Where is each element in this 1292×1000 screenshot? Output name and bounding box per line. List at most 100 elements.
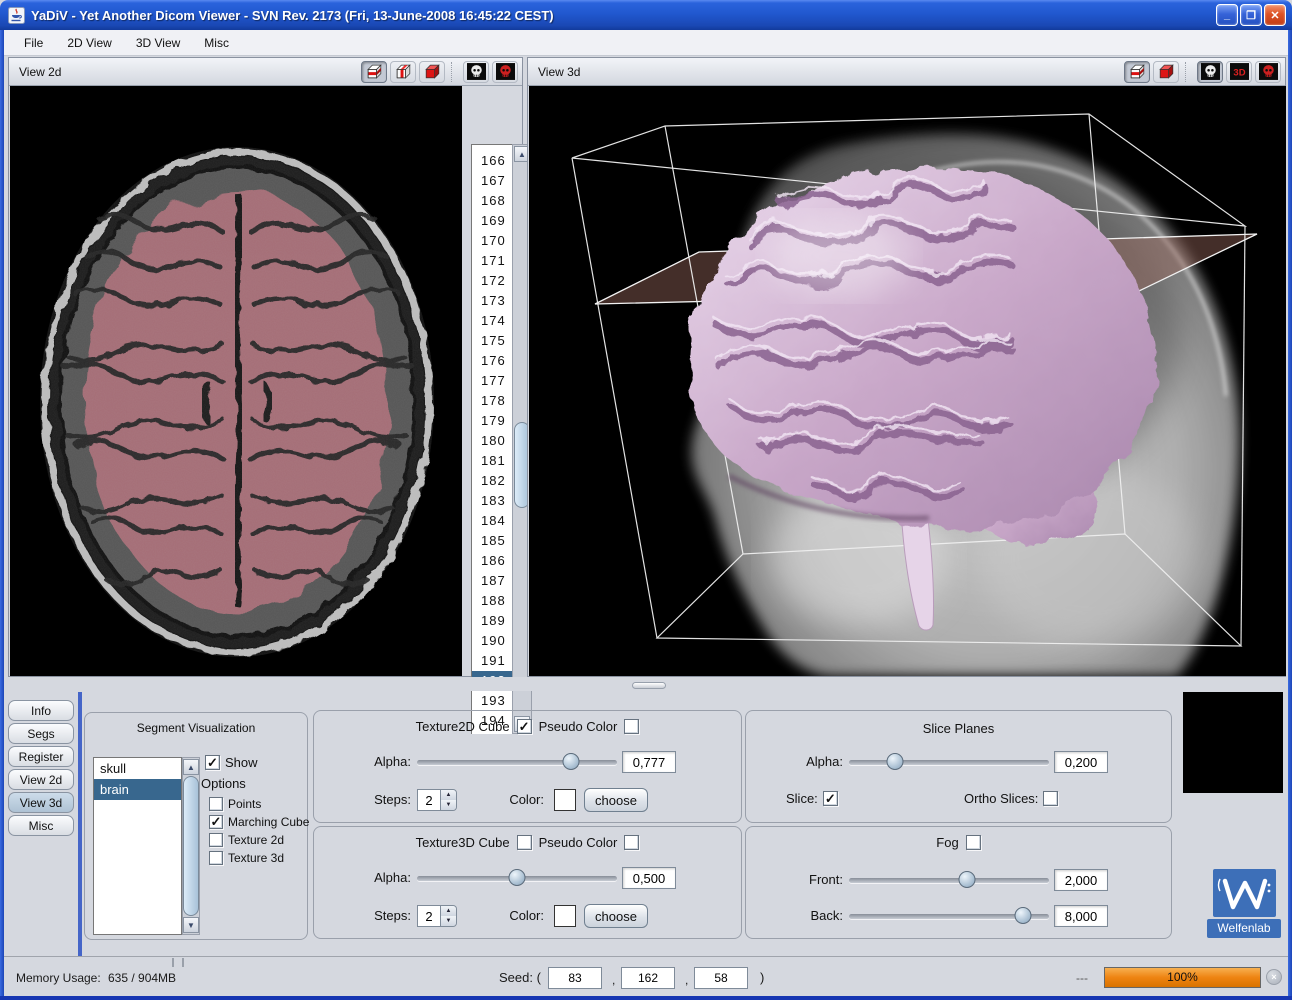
ortho-slices-checkbox[interactable] xyxy=(1043,791,1058,806)
slider-track[interactable] xyxy=(849,878,1049,883)
pseudo-color-checkbox[interactable] xyxy=(624,719,639,734)
cube-volume-red-icon[interactable] xyxy=(1153,61,1179,83)
fog-checkbox[interactable] xyxy=(966,835,981,850)
horizontal-splitter[interactable] xyxy=(4,677,1288,691)
slice-row-171[interactable]: 171 xyxy=(472,251,512,271)
segment-list-scrollbar[interactable]: ▲ ▼ xyxy=(182,757,200,935)
menu-file[interactable]: File xyxy=(14,33,53,53)
menu-2d-view[interactable]: 2D View xyxy=(57,33,121,53)
alpha-slider[interactable] xyxy=(849,752,1049,772)
close-button[interactable]: ✕ xyxy=(1264,4,1286,26)
skull-white-icon[interactable] xyxy=(463,61,489,83)
slider-track[interactable] xyxy=(417,760,617,765)
slice-row-189[interactable]: 189 xyxy=(472,611,512,631)
menu-3d-view[interactable]: 3D View xyxy=(126,33,190,53)
slice-row-185[interactable]: 185 xyxy=(472,531,512,551)
slice-row-187[interactable]: 187 xyxy=(472,571,512,591)
cube-sagittal-slice-icon[interactable] xyxy=(390,61,416,83)
segment-item-brain[interactable]: brain xyxy=(94,779,181,800)
tab-segs[interactable]: Segs xyxy=(8,723,74,744)
cube-axial-slice-icon[interactable] xyxy=(361,61,387,83)
segment-list[interactable]: skullbrain xyxy=(93,757,182,935)
segment-item-skull[interactable]: skull xyxy=(94,758,181,779)
tab-misc[interactable]: Misc xyxy=(8,815,74,836)
texture-2d-checkbox[interactable] xyxy=(209,833,223,847)
tab-view-2d[interactable]: View 2d xyxy=(8,769,74,790)
slider-thumb[interactable] xyxy=(887,753,904,770)
slider-thumb[interactable] xyxy=(1015,907,1032,924)
maximize-button[interactable]: ❐ xyxy=(1240,4,1262,26)
slice-row-181[interactable]: 181 xyxy=(472,451,512,471)
skull-red-icon[interactable] xyxy=(492,61,518,83)
slice-row-190[interactable]: 190 xyxy=(472,631,512,651)
tab-view-3d[interactable]: View 3d xyxy=(8,792,74,813)
steps-value-field[interactable] xyxy=(417,905,441,927)
texture-3d-checkbox[interactable] xyxy=(209,851,223,865)
pseudo-color-checkbox[interactable] xyxy=(624,835,639,850)
slice-row-188[interactable]: 188 xyxy=(472,591,512,611)
alpha-value-field[interactable] xyxy=(1054,751,1108,773)
slider-track[interactable] xyxy=(849,760,1049,765)
slice-row-168[interactable]: 168 xyxy=(472,191,512,211)
slice-row-193[interactable]: 193 xyxy=(472,691,512,711)
axial-mri-viewport[interactable] xyxy=(10,86,462,676)
menu-misc[interactable]: Misc xyxy=(194,33,239,53)
slice-row-166[interactable]: 166 xyxy=(472,151,512,171)
title-bar[interactable]: YaDiV - Yet Another Dicom Viewer - SVN R… xyxy=(0,0,1292,30)
slice-row-177[interactable]: 177 xyxy=(472,371,512,391)
choose-color-button[interactable]: choose xyxy=(584,904,648,928)
slice-row-173[interactable]: 173 xyxy=(472,291,512,311)
seed-y-field[interactable] xyxy=(621,967,675,989)
view-3d-icon[interactable]: 3D xyxy=(1226,61,1252,83)
points-checkbox[interactable] xyxy=(209,797,223,811)
seed-z-field[interactable] xyxy=(694,967,748,989)
fog-front-slider[interactable] xyxy=(849,870,1049,890)
scroll-up-button[interactable]: ▲ xyxy=(183,759,199,775)
show-checkbox[interactable]: ✓ xyxy=(205,755,220,770)
splitter-handle[interactable] xyxy=(632,682,666,689)
slice-row-175[interactable]: 175 xyxy=(472,331,512,351)
slice-row-176[interactable]: 176 xyxy=(472,351,512,371)
slice-row-183[interactable]: 183 xyxy=(472,491,512,511)
steps-value-field[interactable] xyxy=(417,789,441,811)
fog-front-field[interactable] xyxy=(1054,869,1108,891)
texture2d-checkbox[interactable]: ✓ xyxy=(517,719,532,734)
slice-row-172[interactable]: 172 xyxy=(472,271,512,291)
alpha-slider[interactable] xyxy=(417,868,617,888)
minimize-button[interactable]: _ xyxy=(1216,4,1238,26)
alpha-slider[interactable] xyxy=(417,752,617,772)
skull-red-icon[interactable] xyxy=(1255,61,1281,83)
progress-close-icon[interactable]: × xyxy=(1266,969,1282,985)
texture3d-checkbox[interactable] xyxy=(517,835,532,850)
slice-checkbox[interactable]: ✓ xyxy=(823,791,838,806)
slice-row-182[interactable]: 182 xyxy=(472,471,512,491)
cube-axial-slice-icon[interactable] xyxy=(1124,61,1150,83)
slice-row-169[interactable]: 169 xyxy=(472,211,512,231)
slice-row-184[interactable]: 184 xyxy=(472,511,512,531)
slice-row-180[interactable]: 180 xyxy=(472,431,512,451)
tab-info[interactable]: Info xyxy=(8,700,74,721)
slice-row-191[interactable]: 191 xyxy=(472,651,512,671)
tab-register[interactable]: Register xyxy=(8,746,74,767)
fog-back-slider[interactable] xyxy=(849,906,1049,926)
choose-color-button[interactable]: choose xyxy=(584,788,648,812)
marching-cube-checkbox[interactable]: ✓ xyxy=(209,815,223,829)
slider-thumb[interactable] xyxy=(959,871,976,888)
slice-number-list[interactable]: 1651661671681691701711721731741751761771… xyxy=(471,144,512,734)
slider-thumb[interactable] xyxy=(563,753,580,770)
scroll-down-button[interactable]: ▼ xyxy=(183,917,199,933)
slice-row-165[interactable]: 165 xyxy=(472,144,512,151)
slice-row-178[interactable]: 178 xyxy=(472,391,512,411)
fog-back-field[interactable] xyxy=(1054,905,1108,927)
slice-row-186[interactable]: 186 xyxy=(472,551,512,571)
scrollbar-thumb[interactable] xyxy=(183,776,199,916)
slice-row-167[interactable]: 167 xyxy=(472,171,512,191)
slice-row-170[interactable]: 170 xyxy=(472,231,512,251)
alpha-value-field[interactable] xyxy=(622,867,676,889)
skull-white-icon[interactable] xyxy=(1197,61,1223,83)
slice-row-174[interactable]: 174 xyxy=(472,311,512,331)
seed-x-field[interactable] xyxy=(548,967,602,989)
cube-volume-red-icon[interactable] xyxy=(419,61,445,83)
volume-3d-viewport[interactable] xyxy=(529,86,1286,676)
alpha-value-field[interactable] xyxy=(622,751,676,773)
